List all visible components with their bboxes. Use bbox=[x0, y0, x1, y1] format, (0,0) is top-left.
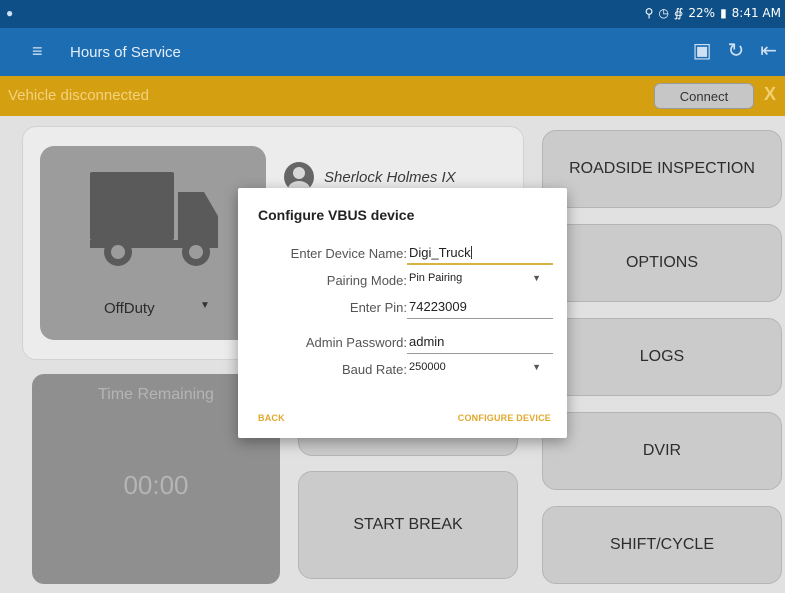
status-bar: ● ⚲ ◷ ∯ 22% ▮ 8:41 AM bbox=[0, 0, 785, 28]
device-name-value: Digi_Truck bbox=[409, 245, 471, 260]
driver-name: Sherlock Holmes IX bbox=[324, 168, 456, 186]
admin-password-row: Admin Password: admin bbox=[238, 332, 567, 354]
duty-status-panel[interactable]: OffDuty ▼ bbox=[40, 146, 266, 340]
shift-cycle-button[interactable]: SHIFT/CYCLE bbox=[542, 506, 782, 584]
connect-button[interactable]: Connect bbox=[654, 83, 754, 109]
close-banner-button[interactable]: X bbox=[764, 84, 776, 105]
options-button[interactable]: OPTIONS bbox=[542, 224, 782, 302]
roadside-inspection-button[interactable]: ROADSIDE INSPECTION bbox=[542, 130, 782, 208]
chevron-down-icon: ▼ bbox=[200, 300, 210, 311]
location-icon: ⚲ bbox=[644, 6, 654, 20]
pairing-mode-row: Pairing Mode: Pin Pairing ▼ bbox=[238, 270, 567, 292]
pairing-mode-label: Pairing Mode: bbox=[326, 273, 407, 288]
banner-message: Vehicle disconnected bbox=[8, 87, 149, 104]
app-bar-actions: ▣ ↻ ⇤ bbox=[693, 38, 777, 62]
alarm-icon: ◷ bbox=[658, 6, 669, 20]
battery-percent: 22% bbox=[688, 6, 716, 20]
hamburger-menu-icon[interactable]: ≡ bbox=[32, 41, 43, 62]
time-remaining-value: 00:00 bbox=[123, 470, 189, 500]
pin-label: Enter Pin: bbox=[349, 300, 407, 315]
pairing-mode-value: Pin Pairing bbox=[409, 272, 463, 284]
status-icons: ⚲ ◷ ∯ 22% ▮ 8:41 AM bbox=[645, 6, 781, 20]
configure-device-button[interactable]: CONFIGURE DEVICE bbox=[458, 413, 551, 423]
pairing-mode-select[interactable]: Pin Pairing ▼ bbox=[407, 272, 553, 292]
device-name-row: Enter Device Name: Digi_Truck bbox=[238, 243, 567, 265]
dvir-button[interactable]: DVIR bbox=[542, 412, 782, 490]
app-title: Hours of Service bbox=[70, 44, 181, 61]
battery-icon: ▮ bbox=[720, 6, 727, 20]
truck-icon bbox=[90, 172, 218, 266]
start-break-button[interactable]: START BREAK bbox=[298, 471, 518, 579]
dialog-title: Configure VBUS device bbox=[258, 207, 415, 223]
configure-vbus-dialog: Configure VBUS device Enter Device Name:… bbox=[238, 188, 567, 438]
admin-password-label: Admin Password: bbox=[305, 335, 407, 350]
device-name-label: Enter Device Name: bbox=[290, 246, 407, 261]
vehicle-status-banner: Vehicle disconnected Connect X bbox=[0, 76, 785, 116]
baud-rate-value: 250000 bbox=[409, 361, 446, 373]
back-button[interactable]: BACK bbox=[258, 413, 285, 423]
device-icon[interactable]: ▣ bbox=[693, 38, 712, 62]
baud-rate-label: Baud Rate: bbox=[341, 362, 407, 377]
dropdown-arrow-icon: ▼ bbox=[532, 273, 541, 283]
pin-row: Enter Pin: 74223009 bbox=[238, 297, 567, 319]
refresh-icon[interactable]: ↻ bbox=[727, 38, 744, 62]
text-cursor bbox=[470, 246, 472, 259]
duty-status-value: OffDuty bbox=[104, 300, 155, 317]
notification-icon: ● bbox=[6, 6, 14, 20]
baud-rate-row: Baud Rate: 250000 ▼ bbox=[238, 359, 567, 381]
admin-password-input[interactable]: admin bbox=[407, 334, 553, 354]
app-bar: ≡ Hours of Service ▣ ↻ ⇤ bbox=[0, 28, 785, 76]
logs-button[interactable]: LOGS bbox=[542, 318, 782, 396]
pin-input[interactable]: 74223009 bbox=[407, 299, 553, 319]
clock: 8:41 AM bbox=[731, 6, 781, 20]
logout-icon[interactable]: ⇤ bbox=[760, 38, 777, 62]
device-name-input[interactable]: Digi_Truck bbox=[407, 245, 553, 265]
baud-rate-select[interactable]: 250000 ▼ bbox=[407, 361, 553, 381]
dropdown-arrow-icon: ▼ bbox=[532, 362, 541, 372]
wifi-icon: ∯ bbox=[673, 6, 684, 20]
